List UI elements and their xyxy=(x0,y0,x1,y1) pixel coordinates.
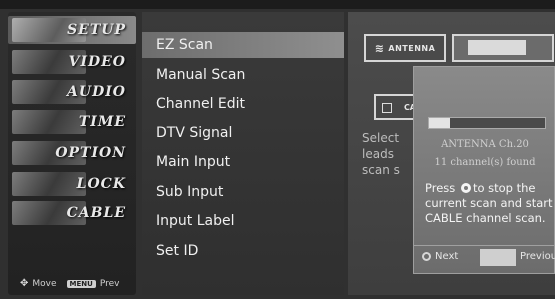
channel-status: ANTENNA Ch.20 xyxy=(441,139,529,150)
category-cable[interactable]: CABLE xyxy=(8,199,136,227)
category-label: LOCK xyxy=(76,176,126,192)
dialog-buttons: Next Previous xyxy=(414,245,555,270)
category-audio[interactable]: AUDIO xyxy=(8,78,136,106)
antenna-box: ≋ ANTENNA xyxy=(364,34,446,62)
menu-item-manual-scan[interactable]: Manual Scan xyxy=(142,62,344,88)
menu-item-sub-input[interactable]: Sub Input xyxy=(142,179,344,205)
found-status: 11 channel(s) found xyxy=(434,157,536,168)
antenna-screen xyxy=(468,40,526,55)
menu-item-main-input[interactable]: Main Input xyxy=(142,149,344,175)
category-label: SETUP xyxy=(67,22,126,38)
navigation-hint: ✥ Move MENU Prev xyxy=(20,278,119,289)
lock-icon xyxy=(12,172,86,196)
antenna-icon: ≋ xyxy=(374,41,385,55)
next-button[interactable]: Next xyxy=(422,251,458,262)
category-lock[interactable]: LOCK xyxy=(8,170,136,198)
cable-icon xyxy=(382,103,392,113)
next-label: Next xyxy=(435,251,459,262)
category-option[interactable]: OPTION xyxy=(8,139,136,167)
menu-item-channel-edit[interactable]: Channel Edit xyxy=(142,91,344,117)
previous-button[interactable]: Previous xyxy=(520,251,555,262)
top-bar xyxy=(0,0,555,9)
setup-menu: EZ Scan Manual Scan Channel Edit DTV Sig… xyxy=(142,12,344,295)
category-label: AUDIO xyxy=(67,84,126,100)
ok-button-icon xyxy=(460,183,471,193)
tv-menu-screen: SETUP VIDEO AUDIO TIME OPTION LOCK CABLE… xyxy=(0,0,555,299)
category-label: CABLE xyxy=(66,205,126,221)
scan-progress-dialog: ANTENNA Ch.20 11 channel(s) found Press … xyxy=(413,66,555,274)
scan-progress-bar xyxy=(428,117,546,129)
category-label: TIME xyxy=(78,114,126,130)
menu-item-input-label[interactable]: Input Label xyxy=(142,208,344,234)
move-label: Move xyxy=(32,278,57,289)
category-setup[interactable]: SETUP xyxy=(8,16,136,44)
scan-progress-fill xyxy=(429,118,450,128)
category-video[interactable]: VIDEO xyxy=(8,48,136,76)
next-circle-icon xyxy=(422,252,431,261)
category-time[interactable]: TIME xyxy=(8,108,136,136)
dpad-icon: ✥ xyxy=(20,278,29,289)
antenna-label: ANTENNA xyxy=(388,43,436,53)
menu-item-ez-scan[interactable]: EZ Scan xyxy=(142,32,344,58)
menu-key-icon: MENU xyxy=(66,279,96,288)
category-label: VIDEO xyxy=(68,54,126,70)
press-instruction: Press to stop the current scan and start… xyxy=(425,181,555,226)
antenna-screen-box xyxy=(452,34,554,62)
category-label: OPTION xyxy=(55,145,126,161)
category-column: SETUP VIDEO AUDIO TIME OPTION LOCK CABLE… xyxy=(8,12,136,295)
previous-key-icon xyxy=(480,249,516,266)
time-icon xyxy=(12,110,86,134)
prev-label: Prev xyxy=(99,278,120,289)
menu-item-set-id[interactable]: Set ID xyxy=(142,238,344,264)
menu-item-dtv-signal[interactable]: DTV Signal xyxy=(142,120,344,146)
press-word: Press xyxy=(425,181,456,195)
